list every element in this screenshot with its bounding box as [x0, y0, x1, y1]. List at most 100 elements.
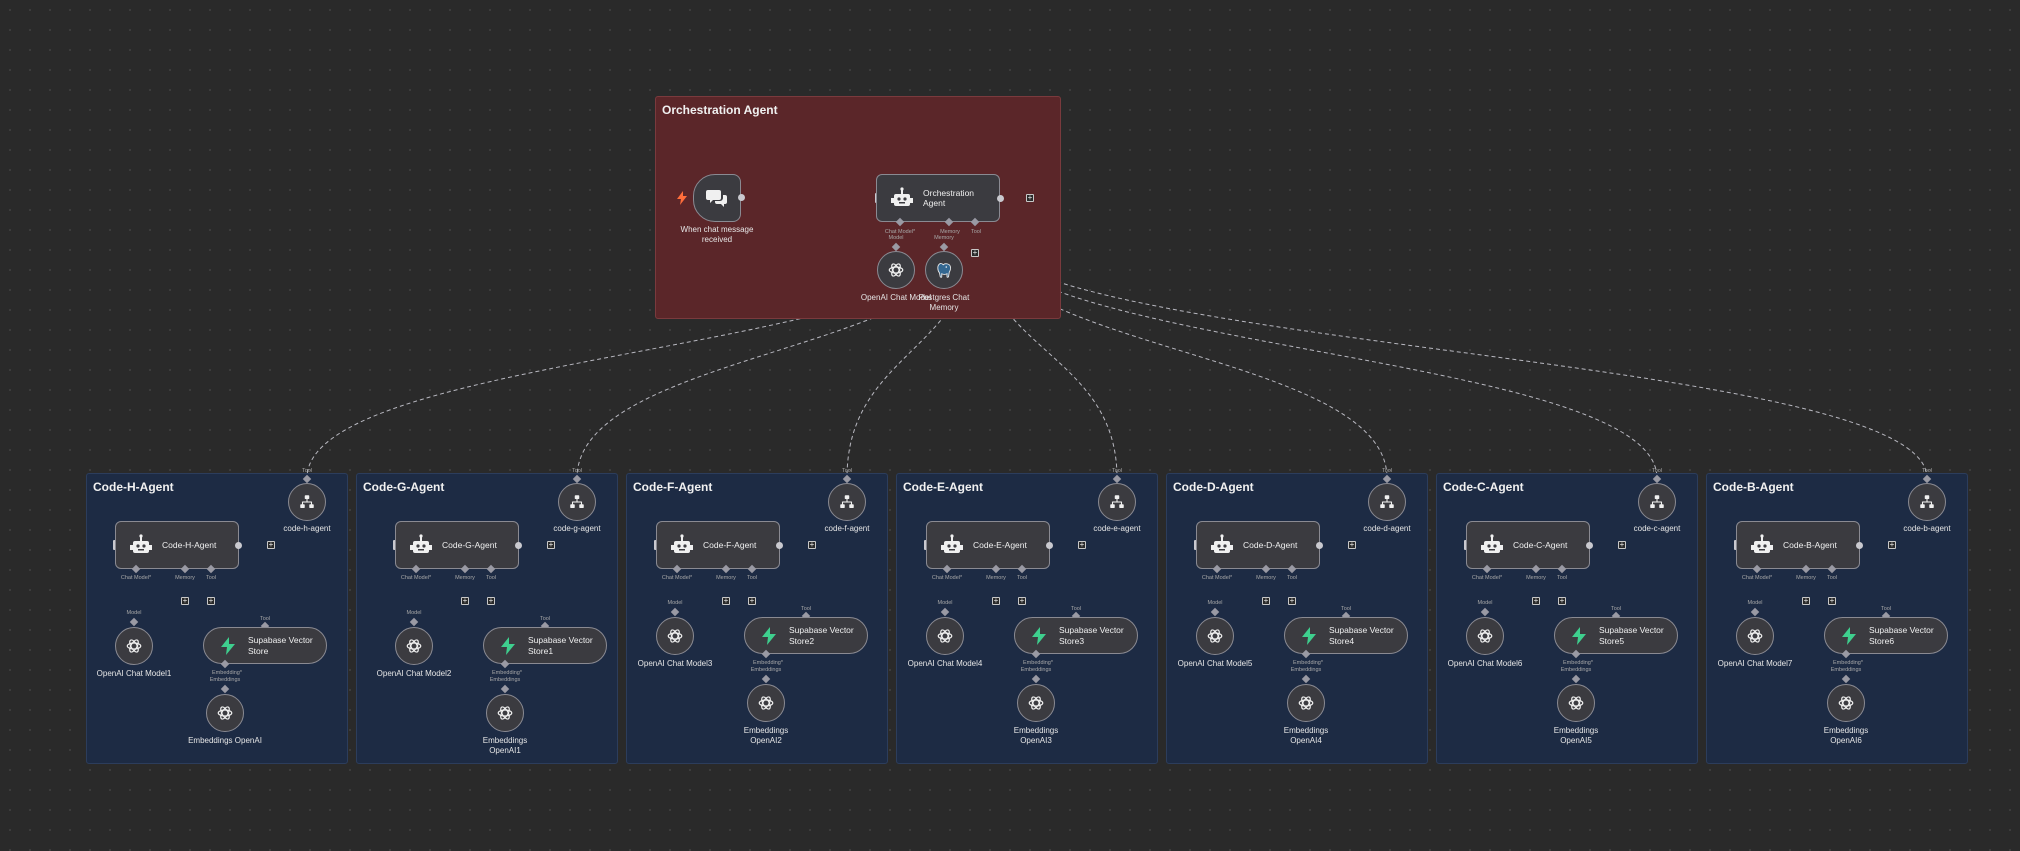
add-node-button[interactable]: +	[1078, 541, 1086, 549]
supabase-vector-store-node[interactable]: Supabase Vector Store	[203, 627, 327, 664]
openai-embeddings-node[interactable]	[1287, 684, 1325, 722]
sub-agent-node[interactable]: Code-C-Agent	[1466, 521, 1590, 569]
tool-caption: code-b-agent	[1903, 524, 1951, 533]
add-node-button[interactable]: +	[547, 541, 555, 549]
port-label: Model	[126, 610, 142, 616]
port-label: Chat Model*	[120, 575, 152, 581]
add-node-button[interactable]: +	[267, 541, 275, 549]
supabase-vector-store-node[interactable]: Supabase Vector Store1	[483, 627, 607, 664]
postgres-memory-node[interactable]	[925, 251, 963, 289]
agent-output-port[interactable]	[515, 542, 522, 549]
add-tool-button[interactable]: +	[1288, 597, 1296, 605]
add-memory-button[interactable]: +	[722, 597, 730, 605]
port-label: Embeddings	[1560, 667, 1592, 673]
agent-output-port[interactable]	[997, 195, 1004, 202]
robot-icon	[941, 534, 963, 553]
openai-chat-model-node[interactable]	[1466, 617, 1504, 655]
agent-output-port[interactable]	[235, 542, 242, 549]
openai-chat-model-node[interactable]	[115, 627, 153, 665]
sub-agent-node[interactable]: Code-B-Agent	[1736, 521, 1860, 569]
robot-icon	[1211, 534, 1233, 553]
add-node-button[interactable]: +	[808, 541, 816, 549]
node-label: Code-H-Agent	[162, 539, 217, 550]
add-node-button[interactable]: +	[1618, 541, 1626, 549]
port-label: Memory	[986, 575, 1006, 581]
supabase-vector-store-node[interactable]: Supabase Vector Store4	[1284, 617, 1408, 654]
sub-agent-node[interactable]: Code-E-Agent	[926, 521, 1050, 569]
model-caption: OpenAI Chat Model5	[1177, 659, 1253, 668]
supabase-vector-store-node[interactable]: Supabase Vector Store2	[744, 617, 868, 654]
trigger-output-port[interactable]	[738, 194, 745, 201]
port-label: Model	[667, 600, 683, 606]
supabase-vector-store-node[interactable]: Supabase Vector Store3	[1014, 617, 1138, 654]
openai-embeddings-node[interactable]	[1017, 684, 1055, 722]
openai-chat-model-node[interactable]	[926, 617, 964, 655]
port-label: Tool	[1921, 468, 1933, 474]
agent-tool-node[interactable]	[288, 483, 326, 521]
agent-output-port[interactable]	[1046, 542, 1053, 549]
orchestration-agent-node[interactable]: Orchestration Agent	[876, 174, 1000, 222]
add-memory-button[interactable]: +	[181, 597, 189, 605]
add-memory-button[interactable]: +	[461, 597, 469, 605]
port-label: Memory	[1796, 575, 1816, 581]
openai-chat-model-node[interactable]	[1196, 617, 1234, 655]
add-node-button[interactable]: +	[1348, 541, 1356, 549]
add-tool-button[interactable]: +	[1828, 597, 1836, 605]
add-node-button[interactable]: +	[1888, 541, 1896, 549]
port-label: Model	[1207, 600, 1223, 606]
supabase-vector-store-node[interactable]: Supabase Vector Store6	[1824, 617, 1948, 654]
add-tool-button[interactable]: +	[748, 597, 756, 605]
port-label: Embeddings	[209, 677, 241, 683]
add-tool-button[interactable]: +	[1558, 597, 1566, 605]
agent-output-port[interactable]	[776, 542, 783, 549]
agent-tool-node[interactable]	[828, 483, 866, 521]
agent-output-port[interactable]	[1856, 542, 1863, 549]
agent-tool-node[interactable]	[1098, 483, 1136, 521]
add-memory-button[interactable]: +	[1802, 597, 1810, 605]
postgres-elephant-icon	[937, 263, 952, 278]
add-tool-button[interactable]: +	[971, 249, 979, 257]
port-label: Embedding*	[492, 670, 522, 676]
agent-output-port[interactable]	[1316, 542, 1323, 549]
node-label: Code-C-Agent	[1513, 539, 1568, 550]
tool-caption: code-e-agent	[1093, 524, 1141, 533]
chat-trigger-node[interactable]	[693, 174, 741, 222]
embeddings-caption: Embeddings OpenAI	[188, 736, 262, 745]
openai-icon	[1207, 629, 1223, 643]
sub-agent-node[interactable]: Code-F-Agent	[656, 521, 780, 569]
sub-agent-node[interactable]: Code-D-Agent	[1196, 521, 1320, 569]
add-memory-button[interactable]: +	[1532, 597, 1540, 605]
agent-tool-node[interactable]	[1368, 483, 1406, 521]
supabase-vector-store-node[interactable]: Supabase Vector Store5	[1554, 617, 1678, 654]
sub-agent-node[interactable]: Code-G-Agent	[395, 521, 519, 569]
openai-chat-model-node[interactable]	[395, 627, 433, 665]
add-tool-button[interactable]: +	[1018, 597, 1026, 605]
add-memory-button[interactable]: +	[992, 597, 1000, 605]
agent-tool-node[interactable]	[558, 483, 596, 521]
sticky-title: Code-D-Agent	[1173, 480, 1254, 494]
port-label: Tool	[1826, 575, 1838, 581]
robot-icon	[130, 534, 152, 553]
robot-icon	[671, 534, 693, 553]
agent-output-port[interactable]	[1586, 542, 1593, 549]
openai-chat-model-node[interactable]	[877, 251, 915, 289]
add-tool-button[interactable]: +	[487, 597, 495, 605]
openai-icon	[888, 263, 904, 277]
openai-embeddings-node[interactable]	[1827, 684, 1865, 722]
openai-embeddings-node[interactable]	[747, 684, 785, 722]
sub-agent-node[interactable]: Code-H-Agent	[115, 521, 239, 569]
add-memory-button[interactable]: +	[1262, 597, 1270, 605]
supabase-icon	[762, 626, 776, 645]
agent-tool-node[interactable]	[1908, 483, 1946, 521]
openai-embeddings-node[interactable]	[486, 694, 524, 732]
agent-tool-node[interactable]	[1638, 483, 1676, 521]
port-label: Tool	[970, 229, 982, 235]
add-tool-button[interactable]: +	[207, 597, 215, 605]
openai-chat-model-node[interactable]	[656, 617, 694, 655]
add-node-button[interactable]: +	[1026, 194, 1034, 202]
openai-chat-model-node[interactable]	[1736, 617, 1774, 655]
openai-icon	[406, 639, 422, 653]
node-label: Supabase Vector Store6	[1869, 624, 1934, 646]
openai-embeddings-node[interactable]	[206, 694, 244, 732]
openai-embeddings-node[interactable]	[1557, 684, 1595, 722]
